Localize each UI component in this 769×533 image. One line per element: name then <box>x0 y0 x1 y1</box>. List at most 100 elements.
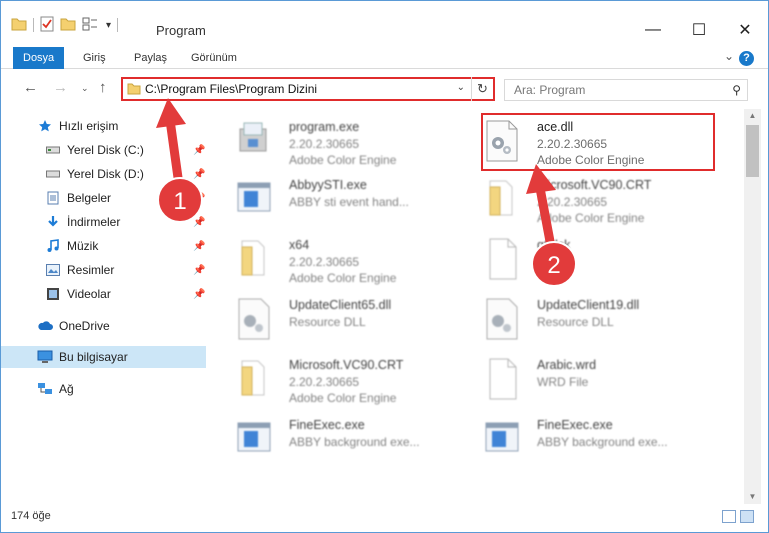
sidebar-item-pictures[interactable]: Resimler 📌 <box>1 259 206 281</box>
up-arrow-icon[interactable]: ↑ <box>99 79 107 96</box>
help-icon[interactable]: ? <box>739 51 754 66</box>
new-folder-icon[interactable] <box>60 17 76 34</box>
file-version: 2.20.2.30665 <box>289 137 360 151</box>
file-item[interactable]: UpdateClient65.dll Resource DLL <box>209 291 449 347</box>
sidebar-item-documents[interactable]: Belgeler 📌 <box>1 187 206 209</box>
sidebar-item-disk-d[interactable]: Yerel Disk (D:) 📌 <box>1 163 206 185</box>
file-name: FineExec.exe <box>289 418 365 432</box>
expand-ribbon-icon[interactable]: ⌄ <box>724 49 734 63</box>
computer-icon <box>37 349 53 365</box>
documents-icon <box>45 190 61 206</box>
file-item[interactable]: gt.dsk <box>457 231 697 287</box>
music-icon <box>45 238 61 254</box>
toolbar-separator <box>33 18 34 32</box>
file-item[interactable]: Arabic.wrd WRD File <box>457 351 697 407</box>
sidebar-item-network[interactable]: Ağ <box>1 378 206 400</box>
recent-locations-chevron-icon[interactable]: ⌄ <box>81 83 89 94</box>
sidebar-item-quick-access[interactable]: Hızlı erişim <box>1 115 206 137</box>
sidebar-item-label: Yerel Disk (C:) <box>67 143 144 157</box>
minimize-button[interactable]: — <box>630 15 676 45</box>
customize-toolbar-icon[interactable]: ▾ <box>106 20 111 31</box>
search-placeholder[interactable]: Ara: Program <box>514 83 585 97</box>
scroll-down-arrow-icon[interactable]: ▼ <box>744 490 761 504</box>
folder-icon <box>482 177 522 221</box>
drive-icon <box>45 166 61 182</box>
file-item[interactable]: x64 2.20.2.30665 Adobe Color Engine <box>209 231 449 287</box>
sidebar-item-label: Yerel Disk (D:) <box>67 167 144 181</box>
sidebar-item-downloads[interactable]: İndirmeler 📌 <box>1 211 206 233</box>
sidebar-item-disk-c[interactable]: Yerel Disk (C:) 📌 <box>1 139 206 161</box>
exe-window-icon <box>234 177 274 221</box>
sidebar-item-music[interactable]: Müzik 📌 <box>1 235 206 257</box>
file-name: UpdateClient19.dll <box>537 298 640 312</box>
pin-icon[interactable]: 📌 <box>193 265 205 276</box>
exe-window-icon <box>482 417 522 461</box>
drive-icon <box>45 142 61 158</box>
sidebar-item-label: İndirmeler <box>67 215 121 229</box>
file-description: Resource DLL <box>289 315 366 329</box>
sidebar-item-label: Ağ <box>59 382 74 396</box>
tiles-view-icon[interactable] <box>740 510 754 523</box>
tab-gorunum[interactable]: Görünüm <box>181 47 247 69</box>
sidebar-item-onedrive[interactable]: OneDrive <box>1 315 206 337</box>
blank-file-icon <box>482 357 522 401</box>
file-item[interactable]: program.exe 2.20.2.30665 Adobe Color Eng… <box>209 113 449 169</box>
tab-paylas[interactable]: Paylaş <box>124 47 177 69</box>
search-box[interactable]: Ara: Program ⚲ <box>504 79 748 101</box>
file-item[interactable]: Microsoft.VC90.CRT 2.20.2.30665 Adobe Co… <box>457 171 697 227</box>
tab-dosya[interactable]: Dosya <box>13 47 65 69</box>
file-name: FineExec.exe <box>537 418 613 432</box>
pin-icon[interactable]: 📌 <box>193 241 205 252</box>
folder-icon <box>127 83 141 98</box>
file-item[interactable]: AbbyySTI.exe ABBY sti event hand... <box>209 171 449 227</box>
tab-giris[interactable]: Giriş <box>73 47 116 69</box>
star-icon <box>37 118 53 134</box>
sidebar-item-label: Videolar <box>67 287 111 301</box>
sidebar-item-label: Hızlı erişim <box>59 119 119 133</box>
scroll-thumb[interactable] <box>746 125 759 177</box>
ace-dll-highlight-box <box>481 113 715 171</box>
file-item[interactable]: FineExec.exe ABBY background exe... <box>457 411 697 467</box>
properties-check-icon[interactable] <box>40 16 54 35</box>
toolbar-separator <box>117 18 119 32</box>
sidebar-item-videos[interactable]: Videolar 📌 <box>1 283 206 305</box>
forward-arrow-icon[interactable]: → <box>53 79 68 96</box>
file-name: Arabic.wrd <box>537 358 597 372</box>
search-icon[interactable]: ⚲ <box>732 83 741 97</box>
file-version: 2.20.2.30665 <box>537 195 608 209</box>
explorer-window: ▾ Program — ☐ ✕ Dosya Giriş Paylaş Görün… <box>0 0 769 533</box>
address-path[interactable]: C:\Program Files\Program Dizini <box>145 82 317 96</box>
view-switcher <box>722 510 754 523</box>
sidebar-item-label: Belgeler <box>67 191 112 205</box>
close-button[interactable]: ✕ <box>722 15 768 45</box>
back-arrow-icon[interactable]: ← <box>23 79 38 96</box>
view-options-icon[interactable] <box>82 17 100 34</box>
scroll-up-arrow-icon[interactable]: ▲ <box>744 109 761 123</box>
address-history-chevron-icon[interactable]: ⌄ <box>457 82 465 93</box>
dll-gear-icon <box>482 297 522 341</box>
folder-icon[interactable] <box>11 17 27 34</box>
file-item[interactable]: UpdateClient19.dll Resource DLL <box>457 291 697 347</box>
sidebar-item-this-pc[interactable]: Bu bilgisayar <box>1 346 206 368</box>
pin-icon[interactable]: 📌 <box>193 193 205 204</box>
file-description: Adobe Color Engine <box>537 211 645 225</box>
file-name: Microsoft.VC90.CRT <box>537 178 652 192</box>
maximize-button[interactable]: ☐ <box>676 15 722 45</box>
address-bar[interactable]: C:\Program Files\Program Dizini ⌄ ↻ <box>121 77 495 101</box>
file-item[interactable]: FineExec.exe ABBY background exe... <box>209 411 449 467</box>
file-description: Adobe Color Engine <box>289 391 397 405</box>
file-description: Adobe Color Engine <box>289 153 397 167</box>
file-name: x64 <box>289 238 310 252</box>
pin-icon[interactable]: 📌 <box>193 145 205 156</box>
pictures-icon <box>45 262 61 278</box>
file-description: WRD File <box>537 375 589 389</box>
pin-icon[interactable]: 📌 <box>193 289 205 300</box>
refresh-icon[interactable]: ↻ <box>471 77 493 101</box>
pin-icon[interactable]: 📌 <box>193 217 205 228</box>
details-view-icon[interactable] <box>722 510 736 523</box>
cloud-icon <box>37 318 53 334</box>
file-item[interactable]: Microsoft.VC90.CRT 2.20.2.30665 Adobe Co… <box>209 351 449 407</box>
file-version: 2.20.2.30665 <box>289 255 360 269</box>
pin-icon[interactable]: 📌 <box>193 169 205 180</box>
vertical-scrollbar[interactable]: ▲ ▼ <box>744 109 761 504</box>
